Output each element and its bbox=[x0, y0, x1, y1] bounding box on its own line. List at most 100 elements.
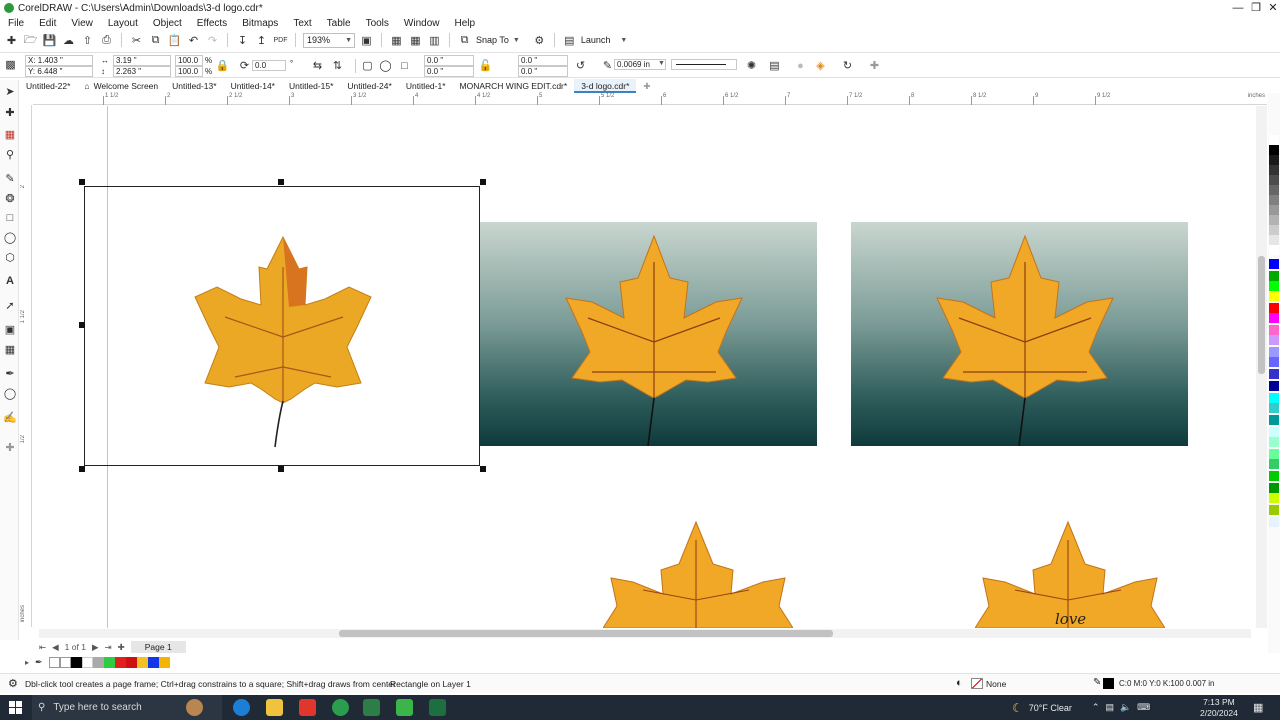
pick-tool-icon[interactable]: ➤ bbox=[3, 84, 17, 98]
palette-swatch[interactable] bbox=[1269, 235, 1279, 245]
tab-untitled-24[interactable]: Untitled-24* bbox=[340, 79, 398, 93]
lock-ratio-icon[interactable]: 🔒 bbox=[215, 58, 230, 73]
grid-icon[interactable]: ▦ bbox=[408, 33, 423, 48]
selection-handle-top-left[interactable] bbox=[79, 179, 85, 185]
file-explorer-icon[interactable] bbox=[266, 699, 283, 716]
horizontal-scrollbar[interactable] bbox=[39, 629, 1251, 638]
chamfer-corner-icon[interactable]: □ bbox=[397, 58, 412, 73]
add-tool-icon[interactable]: ✚ bbox=[3, 440, 17, 454]
tray-chevron-icon[interactable]: ⌃ bbox=[1092, 702, 1100, 713]
tab-untitled-13[interactable]: Untitled-13* bbox=[165, 79, 223, 93]
next-page-icon[interactable]: ▶ bbox=[92, 642, 99, 653]
selection-handle-bottom-center[interactable] bbox=[278, 466, 284, 472]
export-pdf-icon[interactable]: PDF bbox=[273, 33, 288, 48]
menu-object[interactable]: Object bbox=[153, 18, 182, 29]
swatch-gray[interactable] bbox=[93, 656, 104, 668]
leaf-photo-1[interactable] bbox=[480, 222, 817, 446]
lock-corners-icon[interactable]: 🔓 bbox=[478, 58, 493, 73]
network-icon[interactable]: ▤ bbox=[1105, 702, 1114, 713]
palette-swatch[interactable] bbox=[1269, 459, 1279, 469]
swatch-white-2[interactable] bbox=[82, 656, 93, 668]
scallop-corner-icon[interactable]: ◯ bbox=[378, 58, 393, 73]
swatch-red-2[interactable] bbox=[126, 656, 137, 668]
weather-text[interactable]: 70°F Clear bbox=[1029, 703, 1072, 713]
corner-radius-top-left[interactable]: 0.0 " bbox=[424, 55, 474, 66]
mirror-vertical-icon[interactable]: ⇅ bbox=[330, 58, 345, 73]
palette-swatch[interactable] bbox=[1269, 155, 1279, 165]
selection-handle-bottom-left[interactable] bbox=[79, 466, 85, 472]
eyedropper-tool-icon[interactable]: ✒ bbox=[3, 366, 17, 380]
page-tab[interactable]: Page 1 bbox=[130, 641, 186, 653]
x-position-field[interactable]: X: 1.403 " bbox=[25, 55, 93, 66]
rotation-field[interactable]: 0.0 bbox=[252, 60, 286, 71]
tab-3d-logo[interactable]: 3-d logo.cdr* bbox=[574, 79, 637, 93]
horizontal-scroll-thumb[interactable] bbox=[339, 630, 833, 637]
polygon-tool-icon[interactable]: ⬡ bbox=[3, 250, 17, 264]
text-tool-icon[interactable]: A bbox=[3, 274, 17, 288]
upload-icon[interactable]: ⇧ bbox=[80, 33, 95, 48]
ellipse-tool-icon[interactable]: ◯ bbox=[3, 230, 17, 244]
snap-icon[interactable]: ⧉ bbox=[457, 33, 472, 48]
palette-swatch[interactable] bbox=[1269, 357, 1279, 367]
eyedropper-icon[interactable]: ✒ bbox=[35, 657, 49, 668]
palette-swatch[interactable] bbox=[1269, 245, 1279, 255]
transparency-tool-icon[interactable]: ▦ bbox=[3, 342, 17, 356]
height-field[interactable]: 2.263 " bbox=[113, 66, 171, 77]
close-button[interactable]: ✕ bbox=[1262, 0, 1280, 16]
scale-width-field[interactable]: 100.0 bbox=[175, 55, 203, 66]
coreldraw-taskbar-icon[interactable] bbox=[396, 699, 413, 716]
palette-swatch[interactable] bbox=[1269, 313, 1279, 323]
menu-edit[interactable]: Edit bbox=[39, 18, 56, 29]
outline-color-swatch[interactable] bbox=[1103, 678, 1114, 689]
settings-gear-icon[interactable]: ⚙ bbox=[532, 33, 547, 48]
palette-swatch[interactable] bbox=[1269, 175, 1279, 185]
news-widget-icon[interactable] bbox=[186, 699, 203, 716]
palette-swatch[interactable] bbox=[1269, 271, 1279, 281]
relative-corner-icon[interactable]: ↺ bbox=[573, 58, 588, 73]
convert-to-curves-icon[interactable]: ✺ bbox=[744, 58, 759, 73]
copy-icon[interactable]: ⧉ bbox=[148, 33, 163, 48]
tab-monarch-wing-edit[interactable]: MONARCH WING EDIT.cdr* bbox=[453, 79, 575, 93]
tab-untitled-1[interactable]: Untitled-1* bbox=[399, 79, 453, 93]
add-icon[interactable]: ✚ bbox=[867, 58, 882, 73]
undo-icon[interactable]: ↶ bbox=[186, 33, 201, 48]
settings-gear-icon[interactable]: ⚙ bbox=[8, 677, 18, 690]
zoom-fit-icon[interactable]: ▣ bbox=[359, 33, 374, 48]
palette-swatch[interactable] bbox=[1269, 437, 1279, 447]
calculator-icon[interactable] bbox=[363, 699, 380, 716]
palette-swatch[interactable] bbox=[1269, 325, 1279, 335]
guidelines-icon[interactable]: ▥ bbox=[427, 33, 442, 48]
cut-icon[interactable]: ✂ bbox=[129, 33, 144, 48]
freehand-tool-icon[interactable]: ✎ bbox=[3, 171, 17, 185]
menu-bitmaps[interactable]: Bitmaps bbox=[242, 18, 278, 29]
palette-swatch[interactable] bbox=[1269, 449, 1279, 459]
menu-file[interactable]: File bbox=[8, 18, 24, 29]
palette-swatch[interactable] bbox=[1269, 335, 1279, 345]
volume-icon[interactable]: 🔈 bbox=[1120, 702, 1131, 713]
menu-effects[interactable]: Effects bbox=[197, 18, 227, 29]
palette-swatch[interactable] bbox=[1269, 195, 1279, 205]
prev-page-icon[interactable]: ◀ bbox=[52, 642, 59, 653]
snap-to-label[interactable]: Snap To bbox=[476, 35, 509, 45]
add-page-icon[interactable]: ✚ bbox=[118, 642, 125, 653]
swatch-blue[interactable] bbox=[148, 656, 159, 668]
new-document-icon[interactable]: ✚ bbox=[4, 33, 19, 48]
palette-swatch[interactable] bbox=[1269, 185, 1279, 195]
vertical-scroll-thumb[interactable] bbox=[1258, 256, 1265, 374]
menu-table[interactable]: Table bbox=[327, 18, 351, 29]
selection-handle-top-center[interactable] bbox=[278, 179, 284, 185]
palette-swatch[interactable] bbox=[1269, 165, 1279, 175]
palette-swatch[interactable] bbox=[1269, 281, 1279, 291]
leaf-script-text[interactable]: love bbox=[1055, 610, 1086, 628]
palette-swatch[interactable] bbox=[1269, 303, 1279, 313]
zoom-level-field[interactable]: 193% ▼ bbox=[303, 32, 355, 48]
object-origin-icon[interactable]: ▩ bbox=[3, 57, 18, 72]
palette-swatch[interactable] bbox=[1269, 403, 1279, 413]
new-tab-icon[interactable]: ✚ bbox=[636, 79, 657, 93]
no-fill-swatch[interactable] bbox=[971, 678, 983, 689]
palette-swatch[interactable] bbox=[1269, 291, 1279, 301]
weather-moon-icon[interactable]: ☾ bbox=[1012, 701, 1023, 715]
mirror-horizontal-icon[interactable]: ⇆ bbox=[310, 58, 325, 73]
palette-swatch[interactable] bbox=[1269, 381, 1279, 391]
corner-radius-bottom-left[interactable]: 0.0 " bbox=[424, 66, 474, 77]
